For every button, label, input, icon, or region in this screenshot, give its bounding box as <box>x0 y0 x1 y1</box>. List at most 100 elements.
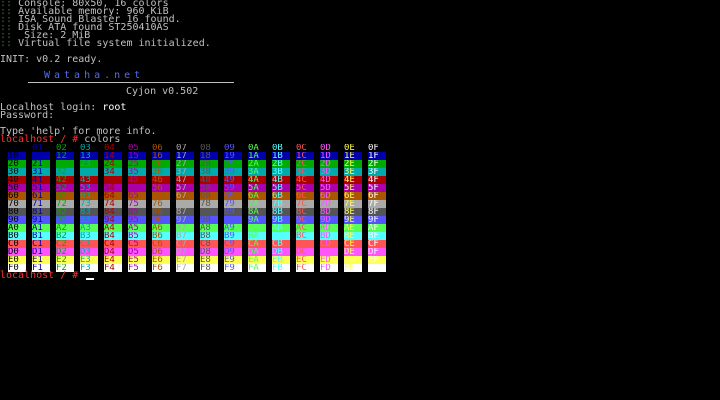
color-cell: 26 <box>152 160 170 168</box>
color-cell: 3A <box>248 168 266 176</box>
color-cell: 17 <box>176 152 194 160</box>
color-cell: 54 <box>104 184 122 192</box>
terminal-screen[interactable]: :: Console: 80x50, 16 colors :: Availabl… <box>0 0 720 400</box>
color-cell: 5F <box>368 184 386 192</box>
color-cell: 4E <box>344 176 362 184</box>
color-cell: 98 <box>200 216 218 224</box>
color-cell: 70 <box>8 200 26 208</box>
color-cell: 01 <box>32 144 50 152</box>
color-cell: 19 <box>224 152 242 160</box>
color-cell: BB <box>272 232 290 240</box>
color-cell: 59 <box>224 184 242 192</box>
color-cell: 4C <box>296 176 314 184</box>
color-cell: E6 <box>152 256 170 264</box>
color-cell: 5E <box>344 184 362 192</box>
color-cell: E5 <box>128 256 146 264</box>
color-cell: 49 <box>224 176 242 184</box>
color-cell: 50 <box>8 184 26 192</box>
color-cell: 7A <box>248 200 266 208</box>
color-cell: 4D <box>320 176 338 184</box>
color-cell: 86 <box>152 208 170 216</box>
color-cell: B7 <box>176 232 194 240</box>
color-cell: 11 <box>32 152 50 160</box>
shell-prompt[interactable]: localhost / # <box>0 271 95 281</box>
password-line: Password: <box>0 110 55 121</box>
color-cell: D8 <box>200 248 218 256</box>
color-cell: 90 <box>8 216 26 224</box>
color-cell: 79 <box>224 200 242 208</box>
color-cell: 1E <box>344 152 362 160</box>
color-cell: D9 <box>224 248 242 256</box>
color-cell: 2D <box>320 160 338 168</box>
color-cell: 02 <box>56 144 74 152</box>
color-cell: DB <box>272 248 290 256</box>
color-cell: E2 <box>56 256 74 264</box>
color-cell: 3C <box>296 168 314 176</box>
color-cell: 0C <box>296 144 314 152</box>
color-cell: 15 <box>128 152 146 160</box>
color-cell: 41 <box>32 176 50 184</box>
color-cell: CB <box>272 240 290 248</box>
color-cell: D2 <box>56 248 74 256</box>
color-cell: ED <box>320 256 338 264</box>
color-cell: 21 <box>32 160 50 168</box>
color-cell: 30 <box>8 168 26 176</box>
boot-line-6: :: Virtual file system initialized. <box>0 38 211 49</box>
color-cell: E7 <box>176 256 194 264</box>
color-cell: AB <box>272 224 290 232</box>
color-cell: 80 <box>8 208 26 216</box>
color-cell: F5 <box>128 264 146 272</box>
color-cell: 89 <box>224 208 242 216</box>
color-cell: CF <box>368 240 386 248</box>
color-cell: 2B <box>272 160 290 168</box>
color-cell: C1 <box>32 240 50 248</box>
color-cell: E0 <box>8 256 26 264</box>
color-cell: A8 <box>200 224 218 232</box>
color-cell: 3D <box>320 168 338 176</box>
color-cell: 8A <box>248 208 266 216</box>
color-cell: AA <box>248 224 266 232</box>
color-cell: 46 <box>152 176 170 184</box>
color-cell: 95 <box>128 216 146 224</box>
brand-underline <box>28 82 234 83</box>
color-cell: 09 <box>224 144 242 152</box>
color-cell: 00 <box>8 144 26 152</box>
color-cell: 81 <box>32 208 50 216</box>
color-cell: 67 <box>176 192 194 200</box>
color-cell: 56 <box>152 184 170 192</box>
color-cell: DE <box>344 248 362 256</box>
text-cursor <box>86 278 95 280</box>
color-cell: 6B <box>272 192 290 200</box>
color-cell: E8 <box>200 256 218 264</box>
color-cell: 1A <box>248 152 266 160</box>
color-cell: 23 <box>80 160 98 168</box>
color-cell: A4 <box>104 224 122 232</box>
color-cell: C8 <box>200 240 218 248</box>
color-cell: BE <box>344 232 362 240</box>
color-cell: D4 <box>104 248 122 256</box>
color-cell: 53 <box>80 184 98 192</box>
color-cell: B6 <box>152 232 170 240</box>
color-cell: C4 <box>104 240 122 248</box>
color-cell: 42 <box>56 176 74 184</box>
color-cell: 58 <box>200 184 218 192</box>
color-cell: F4 <box>104 264 122 272</box>
color-cell: 04 <box>104 144 122 152</box>
color-cell: 45 <box>128 176 146 184</box>
color-cell: 65 <box>128 192 146 200</box>
color-cell: 47 <box>176 176 194 184</box>
color-cell: 9C <box>296 216 314 224</box>
color-cell: A0 <box>8 224 26 232</box>
color-cell: 5C <box>296 184 314 192</box>
color-cell: 2F <box>368 160 386 168</box>
color-cell: 7D <box>320 200 338 208</box>
color-cell: 7E <box>344 200 362 208</box>
color-cell: B2 <box>56 232 74 240</box>
color-cell: F6 <box>152 264 170 272</box>
color-cell: 77 <box>176 200 194 208</box>
color-cell: C7 <box>176 240 194 248</box>
color-cell: 62 <box>56 192 74 200</box>
color-cell: EF <box>368 256 386 264</box>
color-cell: 1D <box>320 152 338 160</box>
color-cell: A3 <box>80 224 98 232</box>
